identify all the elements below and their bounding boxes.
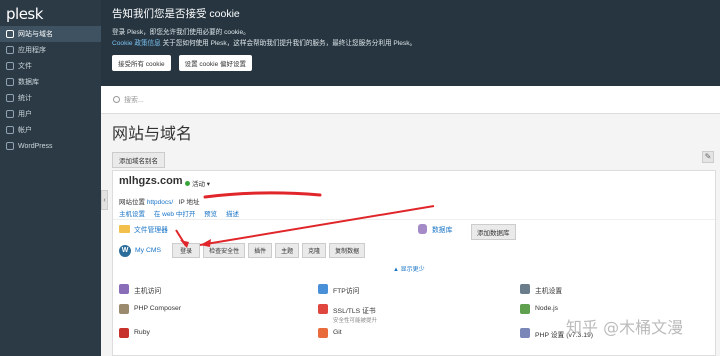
sidebar-item-wordpress[interactable]: WordPress bbox=[0, 138, 101, 154]
ruby-icon bbox=[119, 328, 129, 338]
status-dot-icon bbox=[185, 181, 190, 186]
domain-name[interactable]: mlhgzs.com bbox=[119, 175, 183, 187]
ssl-shield-icon bbox=[318, 304, 328, 314]
status-badge[interactable]: 活动 ▾ bbox=[185, 178, 210, 188]
tool-label: SSL/TLS 证书 bbox=[333, 308, 376, 315]
sidebar-item-account[interactable]: 帐户 bbox=[0, 122, 101, 138]
sidebar-item-label: 数据库 bbox=[18, 79, 39, 86]
account-icon bbox=[6, 126, 14, 134]
sidebar-item-label: 网站与域名 bbox=[18, 31, 53, 38]
tool-label: PHP Composer bbox=[134, 305, 182, 312]
file-manager-label: 文件管理器 bbox=[134, 227, 168, 234]
sidebar-item-label: 用户 bbox=[18, 111, 32, 118]
sidebar-item-files[interactable]: 文件 bbox=[0, 58, 101, 74]
wp-plugins-button[interactable]: 插件 bbox=[248, 243, 273, 258]
database-icon bbox=[418, 224, 427, 234]
tool-label: Git bbox=[333, 329, 342, 336]
tool-label: FTP访问 bbox=[333, 288, 360, 295]
databases-link[interactable]: 数据库 bbox=[418, 224, 452, 234]
add-database-button[interactable]: 添加数据库 bbox=[471, 224, 516, 240]
search-icon bbox=[113, 96, 120, 103]
site-location-label: 网站位置 bbox=[119, 199, 145, 206]
sidebar-item-websites-domains[interactable]: 网站与域名 bbox=[0, 26, 101, 42]
search-bar[interactable]: 搜索... bbox=[101, 86, 720, 114]
tool-php-composer[interactable]: PHP Composer bbox=[119, 304, 182, 314]
settings-icon bbox=[520, 284, 530, 294]
wrench-icon[interactable]: ✎ bbox=[702, 151, 714, 163]
cookie-settings-button[interactable]: 设置 cookie 偏好设置 bbox=[178, 55, 253, 71]
watermark: 知乎 @木桶文漫 bbox=[566, 318, 684, 337]
cookie-policy-link[interactable]: Cookie 政策信息 bbox=[112, 40, 161, 47]
folder-icon bbox=[119, 225, 130, 233]
accept-all-cookies-button[interactable]: 接受所有 cookie bbox=[112, 55, 171, 71]
ftp-icon bbox=[318, 284, 328, 294]
domain-links: 主机设置 在 web 中打开 预览 描述 bbox=[119, 208, 246, 218]
sidebar-item-label: 应用程序 bbox=[18, 47, 46, 54]
page-title: 网站与域名 bbox=[112, 126, 193, 143]
tool-ssl-certificate[interactable]: SSL/TLS 证书 安全性可能被提升 bbox=[318, 304, 378, 324]
site-info-line: 网站位置 httpdocs/ IP 地址 bbox=[119, 196, 199, 206]
search-input[interactable]: 搜索... bbox=[124, 95, 144, 105]
nodejs-icon bbox=[520, 304, 530, 314]
cookie-line1: 登录 Plesk，即您允许我们使用必要的 cookie。 bbox=[112, 29, 250, 36]
wp-site-label[interactable]: My CMS bbox=[135, 247, 161, 254]
sidebar-collapse-button[interactable]: ‹ bbox=[101, 190, 108, 210]
plesk-logo[interactable]: plesk bbox=[0, 0, 101, 26]
wp-themes-button[interactable]: 主题 bbox=[275, 243, 300, 258]
tool-label: 主机设置 bbox=[535, 288, 563, 295]
tool-sublabel: 安全性可能被提升 bbox=[333, 318, 378, 324]
divider bbox=[113, 219, 715, 220]
add-domain-alias-button[interactable]: 添加域名别名 bbox=[112, 152, 165, 168]
wordpress-icon bbox=[6, 142, 14, 150]
description-link[interactable]: 描述 bbox=[226, 211, 239, 218]
sidebar-item-statistics[interactable]: 统计 bbox=[0, 90, 101, 106]
wp-login-button[interactable]: 登录 bbox=[172, 243, 201, 258]
tool-ruby[interactable]: Ruby bbox=[119, 328, 150, 338]
globe-icon bbox=[6, 30, 14, 38]
wordpress-row: W My CMS 登录 检查安全性 插件 主题 克隆 复制数据 bbox=[119, 243, 368, 258]
host-settings-link[interactable]: 主机设置 bbox=[119, 211, 145, 218]
sidebar-item-label: 文件 bbox=[18, 63, 32, 70]
tool-label: Node.js bbox=[535, 305, 559, 312]
status-text: 活动 bbox=[192, 181, 205, 188]
sidebar-item-label: 统计 bbox=[18, 95, 32, 102]
php-icon bbox=[520, 328, 530, 338]
wp-security-button[interactable]: 检查安全性 bbox=[203, 243, 246, 258]
cookie-desc: 关于您如何使用 Plesk，这样会帮助我们提升我们的服务，最终让您服务分利用 P… bbox=[162, 40, 417, 47]
sidebar-item-databases[interactable]: 数据库 bbox=[0, 74, 101, 90]
wp-copy-data-button[interactable]: 复制数据 bbox=[329, 243, 366, 258]
user-icon bbox=[6, 110, 14, 118]
sidebar-item-applications[interactable]: 应用程序 bbox=[0, 42, 101, 58]
tool-label: Ruby bbox=[134, 329, 150, 336]
open-in-web-link[interactable]: 在 web 中打开 bbox=[154, 211, 196, 218]
tool-ftp-access[interactable]: FTP访问 bbox=[318, 284, 360, 295]
cookie-line2: Cookie 政策信息 关于您如何使用 Plesk，这样会帮助我们提升我们的服务… bbox=[112, 38, 709, 49]
tool-git[interactable]: Git bbox=[318, 328, 342, 338]
composer-icon bbox=[119, 304, 129, 314]
tool-host-access[interactable]: 主机访问 bbox=[119, 284, 162, 295]
tool-nodejs[interactable]: Node.js bbox=[520, 304, 559, 314]
site-location-link[interactable]: httpdocs/ bbox=[147, 199, 173, 206]
cookie-banner: 告知我们您是否接受 cookie 登录 Plesk，即您允许我们使用必要的 co… bbox=[101, 0, 720, 86]
grid-icon bbox=[6, 46, 14, 54]
tool-label: 主机访问 bbox=[134, 288, 162, 295]
wp-clone-button[interactable]: 克隆 bbox=[302, 243, 327, 258]
show-less-link[interactable]: ▲ 显示更少 bbox=[393, 264, 425, 273]
tool-host-settings[interactable]: 主机设置 bbox=[520, 284, 563, 295]
wordpress-icon: W bbox=[119, 244, 131, 257]
databases-label: 数据库 bbox=[432, 227, 453, 234]
ip-label: IP 地址 bbox=[178, 199, 200, 206]
sidebar-item-users[interactable]: 用户 bbox=[0, 106, 101, 122]
git-icon bbox=[318, 328, 328, 338]
host-access-icon bbox=[119, 284, 129, 294]
file-icon bbox=[6, 62, 14, 70]
sidebar-item-label: 帐户 bbox=[18, 127, 32, 134]
sidebar-item-label: WordPress bbox=[18, 142, 53, 150]
database-icon bbox=[6, 78, 14, 86]
cookie-title: 告知我们您是否接受 cookie bbox=[112, 8, 240, 20]
preview-link[interactable]: 预览 bbox=[204, 211, 217, 218]
sidebar: plesk 网站与域名 应用程序 文件 数据库 统计 用户 帐户 WordPre… bbox=[0, 0, 101, 356]
chart-icon bbox=[6, 94, 14, 102]
file-manager-link[interactable]: 文件管理器 bbox=[119, 224, 168, 234]
